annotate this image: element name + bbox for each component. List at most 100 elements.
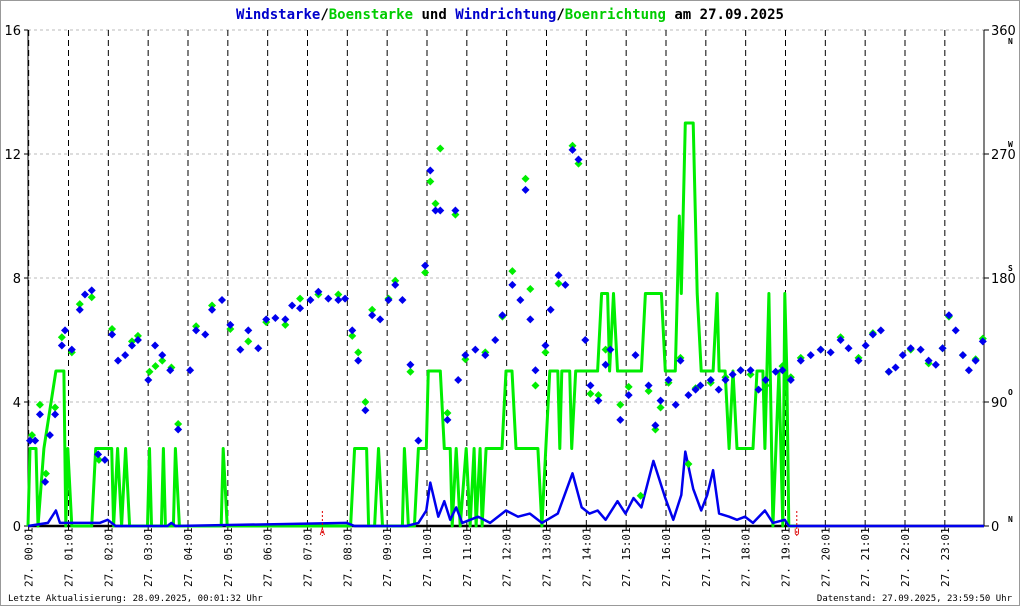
left-tick-label: 12	[4, 148, 21, 163]
direction-point-boenrichtung	[57, 333, 66, 342]
direction-point-windrichtung	[916, 345, 925, 354]
direction-point-boenrichtung	[586, 389, 595, 398]
direction-point-windrichtung	[127, 341, 136, 350]
left-tick-label: 8	[13, 272, 21, 287]
direction-point-windrichtung	[898, 351, 907, 360]
direction-point-boenrichtung	[406, 367, 415, 376]
direction-point-windrichtung	[158, 351, 167, 360]
direction-point-windrichtung	[616, 415, 625, 424]
direction-point-windrichtung	[541, 341, 550, 350]
direction-point-boenrichtung	[151, 362, 160, 371]
title-part: Boenstarke	[329, 7, 413, 23]
direction-point-boenrichtung	[526, 285, 535, 294]
direction-point-windrichtung	[554, 271, 563, 280]
direction-point-windrichtung	[51, 410, 60, 419]
direction-point-boenrichtung	[426, 177, 435, 186]
direction-point-windrichtung	[100, 455, 109, 464]
sun-marker-label: U	[794, 528, 799, 538]
x-tick-label: 27. 09:01	[381, 527, 394, 587]
direction-point-windrichtung	[236, 345, 245, 354]
x-tick-label: 27. 15:01	[620, 527, 633, 587]
direction-point-windrichtung	[368, 311, 377, 320]
direction-point-windrichtung	[296, 304, 305, 313]
x-tick-label: 27. 23:01	[939, 527, 952, 587]
direction-point-windrichtung	[348, 326, 357, 335]
direction-point-windrichtung	[144, 375, 153, 384]
direction-point-windrichtung	[938, 344, 947, 353]
direction-point-windrichtung	[516, 296, 525, 305]
right-tick-label: 0	[991, 520, 999, 535]
title-part: am 27.09.2025	[666, 7, 784, 23]
direction-point-windrichtung	[521, 185, 530, 194]
x-tick-label: 27. 01:01	[62, 527, 75, 587]
x-tick-label: 27. 12:01	[501, 527, 514, 587]
direction-point-windrichtung	[254, 344, 263, 353]
direction-point-boenrichtung	[521, 174, 530, 183]
direction-point-windrichtung	[806, 351, 815, 360]
direction-point-windrichtung	[891, 363, 900, 372]
series-line-windstarke	[27, 450, 984, 528]
direction-point-windrichtung	[656, 396, 665, 405]
direction-point-windrichtung	[414, 436, 423, 445]
direction-point-windrichtung	[876, 326, 885, 335]
direction-point-boenrichtung	[296, 294, 305, 303]
chart-title: Windstarke/Boenstarke und Windrichtung/B…	[236, 7, 784, 23]
x-tick-label: 27. 14:01	[580, 527, 593, 587]
left-tick-label: 16	[4, 24, 21, 39]
series-line-boenstarke	[26, 121, 797, 528]
direction-point-windrichtung	[421, 261, 430, 270]
left-tick-label: 0	[13, 520, 21, 535]
direction-point-windrichtung	[288, 301, 297, 310]
direction-point-windrichtung	[61, 326, 70, 335]
direction-point-windrichtung	[816, 345, 825, 354]
direction-point-windrichtung	[568, 145, 577, 154]
title-part: /	[556, 7, 564, 23]
x-tick-label: 27. 04:01	[182, 527, 195, 587]
direction-point-windrichtung	[324, 294, 333, 303]
direction-point-windrichtung	[651, 421, 660, 430]
compass-label: N	[1008, 515, 1013, 524]
x-tick-label: 27. 13:01	[540, 527, 553, 587]
direction-point-windrichtung	[75, 305, 84, 314]
direction-point-windrichtung	[391, 280, 400, 289]
compass-label: S	[1008, 264, 1013, 273]
direction-point-windrichtung	[826, 348, 835, 357]
direction-point-windrichtung	[281, 315, 290, 324]
direction-point-windrichtung	[644, 381, 653, 390]
x-tick-label: 27. 21:01	[859, 527, 872, 587]
title-part: und	[413, 7, 455, 23]
direction-point-boenrichtung	[436, 144, 445, 153]
footer-data-status: Datenstand: 27.09.2025, 23:59:50 Uhr	[817, 594, 1013, 604]
x-tick-label: 27. 18:01	[740, 527, 753, 587]
wind-chart: Windstarke/Boenstarke und Windrichtung/B…	[4, 7, 1015, 604]
direction-point-windrichtung	[121, 351, 130, 360]
x-tick-label: 27. 20:01	[819, 527, 832, 587]
direction-point-windrichtung	[728, 370, 737, 379]
compass-label: N	[1008, 37, 1013, 46]
direction-point-boenrichtung	[244, 337, 253, 346]
direction-point-windrichtung	[508, 280, 517, 289]
direction-point-boenrichtung	[541, 348, 550, 357]
sun-marker-label: A	[320, 528, 326, 538]
direction-point-windrichtung	[631, 351, 640, 360]
direction-point-windrichtung	[561, 280, 570, 289]
direction-point-boenrichtung	[361, 398, 370, 406]
direction-point-windrichtung	[208, 305, 217, 314]
direction-point-windrichtung	[526, 315, 535, 324]
direction-point-windrichtung	[151, 341, 160, 350]
direction-point-windrichtung	[906, 344, 915, 353]
grid	[28, 29, 984, 526]
direction-point-windrichtung	[581, 336, 590, 344]
x-tick-label: 27. 10:01	[421, 527, 434, 587]
direction-point-windrichtung	[341, 294, 350, 303]
direction-point-boenrichtung	[87, 293, 96, 302]
direction-point-windrichtung	[426, 166, 435, 175]
compass-label: O	[1008, 388, 1013, 397]
direction-point-windrichtung	[35, 410, 44, 419]
direction-point-windrichtung	[87, 286, 96, 295]
x-tick-label: 27. 05:01	[222, 527, 235, 587]
right-tick-label: 90	[991, 396, 1008, 411]
direction-point-windrichtung	[971, 356, 980, 365]
title-part: Windrichtung	[455, 7, 556, 23]
direction-point-windrichtung	[684, 391, 693, 400]
